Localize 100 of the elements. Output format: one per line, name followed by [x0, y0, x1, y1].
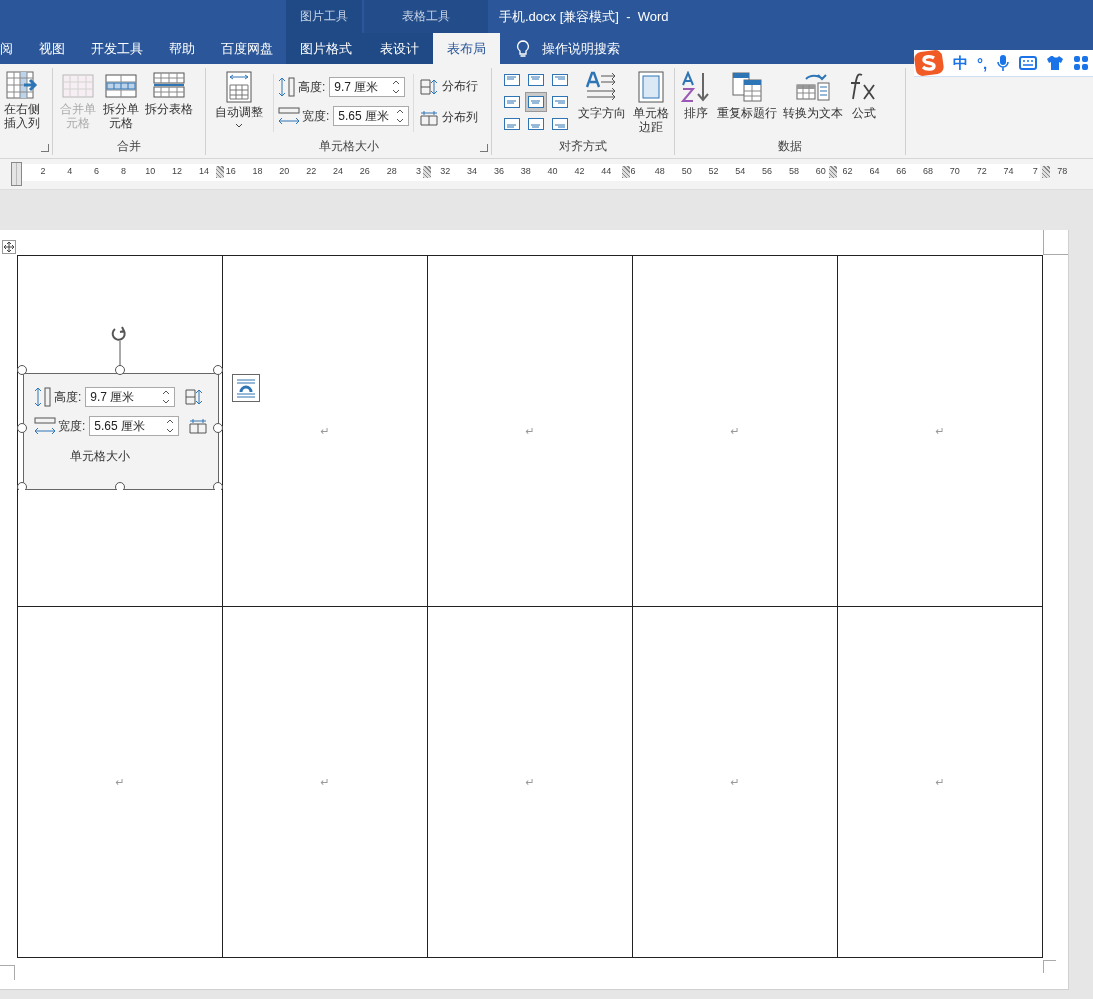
ribbon-tab[interactable]: 帮助 — [156, 33, 208, 64]
selection-handles[interactable] — [17, 326, 223, 490]
ruler-number: 40 — [547, 166, 558, 176]
ruler-number: 4 — [67, 166, 73, 176]
width-field[interactable]: 5.65 厘米 — [333, 106, 410, 126]
dropdown-caret-icon — [235, 122, 243, 128]
paragraph-mark: ↵ — [730, 776, 740, 788]
repeat-header-rows-icon — [731, 71, 763, 103]
ribbon-tab[interactable]: 表布局 — [433, 33, 500, 64]
ruler-number: 70 — [949, 166, 960, 176]
ribbon-button[interactable]: 排序 — [678, 68, 714, 124]
ruler-number: 2 — [40, 166, 46, 176]
ruler-number: 68 — [923, 166, 934, 176]
spin-arrows-icon — [166, 418, 175, 434]
cell-alignment-button[interactable] — [525, 92, 547, 112]
insert-column-right-button[interactable]: 在右侧插入列 — [0, 68, 44, 134]
embedded-screenshot[interactable]: 高度: 9.7 厘米 宽度: 5.65 厘米 单元格大小 — [23, 373, 219, 490]
distribute-columns-icon — [420, 109, 439, 126]
width-label: 宽度: — [302, 107, 330, 125]
ruler-number: 22 — [306, 166, 317, 176]
width-label: 宽度: — [58, 417, 86, 435]
ruler-number: 8 — [120, 166, 126, 176]
ruler-number: 74 — [1003, 166, 1014, 176]
ime-status[interactable]: 中 — [953, 53, 968, 73]
dialog-launcher-icon[interactable] — [480, 144, 488, 152]
distribute-rows-icon — [185, 389, 204, 405]
ruler-number: 32 — [440, 166, 451, 176]
merge-cells-icon — [61, 71, 94, 99]
contextual-tab-group-label: 图片工具 — [286, 0, 362, 33]
microphone-icon[interactable] — [996, 54, 1011, 72]
ruler-number: 20 — [279, 166, 290, 176]
ribbon-tab[interactable]: 表设计 — [366, 33, 433, 64]
distribute-rows-button[interactable]: 分布行 — [418, 76, 481, 97]
paragraph-mark: ↵ — [320, 425, 330, 437]
distribute-rows-icon — [420, 78, 439, 95]
ime-status[interactable]: °, — [977, 54, 988, 72]
ruler-number: 66 — [896, 166, 907, 176]
ime-logo-icon[interactable] — [914, 50, 944, 76]
ruler-number: 52 — [708, 166, 719, 176]
ruler-number: 48 — [654, 166, 665, 176]
column-marker-icon[interactable] — [216, 166, 224, 178]
distribute-columns-button[interactable]: 分布列 — [418, 107, 481, 128]
ribbon-button[interactable]: 单元格边距 — [629, 68, 673, 138]
tell-me-search[interactable]: 操作说明搜索 — [542, 33, 620, 64]
keyboard-icon[interactable] — [1019, 56, 1038, 70]
convert-to-text-icon — [796, 71, 830, 103]
paragraph-mark: ↵ — [935, 425, 945, 437]
ruler-number: 44 — [601, 166, 612, 176]
spin-arrows-icon[interactable] — [392, 79, 401, 95]
ruler-number: 54 — [735, 166, 746, 176]
ruler-number: 34 — [467, 166, 478, 176]
ruler-number: 6 — [630, 166, 636, 176]
ribbon-tab[interactable]: 图片格式 — [286, 33, 366, 64]
insert-column-icon — [5, 71, 38, 99]
row-height-icon — [278, 76, 296, 98]
group-label: 数据 — [778, 137, 802, 155]
grid-icon[interactable] — [1073, 55, 1090, 71]
shirt-icon[interactable] — [1046, 55, 1065, 71]
column-marker-icon[interactable] — [1042, 166, 1050, 178]
layout-options-icon[interactable] — [232, 374, 260, 402]
ruler-number: 26 — [359, 166, 370, 176]
ruler-number: 12 — [172, 166, 183, 176]
ribbon-tab[interactable]: 百度网盘 — [208, 33, 286, 64]
column-marker-icon[interactable] — [829, 166, 837, 178]
ribbon-button[interactable]: 转换为文本 — [780, 68, 846, 124]
ribbon-button[interactable]: 公式 — [846, 68, 882, 124]
ribbon-tab[interactable]: 阅 — [0, 33, 26, 64]
height-label: 高度: — [54, 388, 82, 406]
ruler-number: 38 — [520, 166, 531, 176]
ribbon-tab[interactable]: 视图 — [26, 33, 78, 64]
ruler-number: 56 — [762, 166, 773, 176]
spin-arrows-icon[interactable] — [396, 108, 405, 124]
ruler-number: 62 — [842, 166, 853, 176]
ribbon-button[interactable]: 拆分单元格 — [99, 68, 143, 134]
height-label: 高度: — [298, 78, 326, 96]
autofit-button[interactable]: 自动调整 — [209, 68, 269, 131]
ruler-number: 50 — [681, 166, 692, 176]
column-marker-icon[interactable] — [423, 166, 431, 178]
column-width-icon — [278, 106, 300, 126]
group-label: 合并 — [117, 137, 141, 155]
ribbon-button[interactable]: 重复标题行 — [714, 68, 780, 124]
width-field: 5.65 厘米 — [89, 416, 180, 436]
group-label: 单元格大小 — [318, 137, 379, 155]
ribbon-button[interactable]: 拆分表格 — [142, 68, 197, 120]
autofit-icon — [226, 71, 252, 103]
column-width-icon — [34, 416, 56, 436]
ribbon-tab[interactable]: 开发工具 — [78, 33, 156, 64]
height-field[interactable]: 9.7 厘米 — [329, 77, 406, 97]
crop-mark — [1043, 230, 1068, 255]
table-move-handle-icon[interactable] — [2, 240, 16, 254]
ruler-marker-icon[interactable] — [11, 162, 22, 186]
dialog-launcher-icon[interactable] — [41, 144, 49, 152]
ribbon-button[interactable]: 文字方向 — [575, 68, 629, 124]
ruler-number: 10 — [145, 166, 156, 176]
lightbulb-icon — [516, 39, 530, 58]
ruler-number: 24 — [333, 166, 343, 176]
ruler-number: 6 — [94, 166, 100, 176]
column-marker-icon[interactable] — [622, 166, 630, 178]
group-label: 对齐方式 — [559, 137, 607, 155]
paragraph-mark: ↵ — [525, 776, 535, 788]
